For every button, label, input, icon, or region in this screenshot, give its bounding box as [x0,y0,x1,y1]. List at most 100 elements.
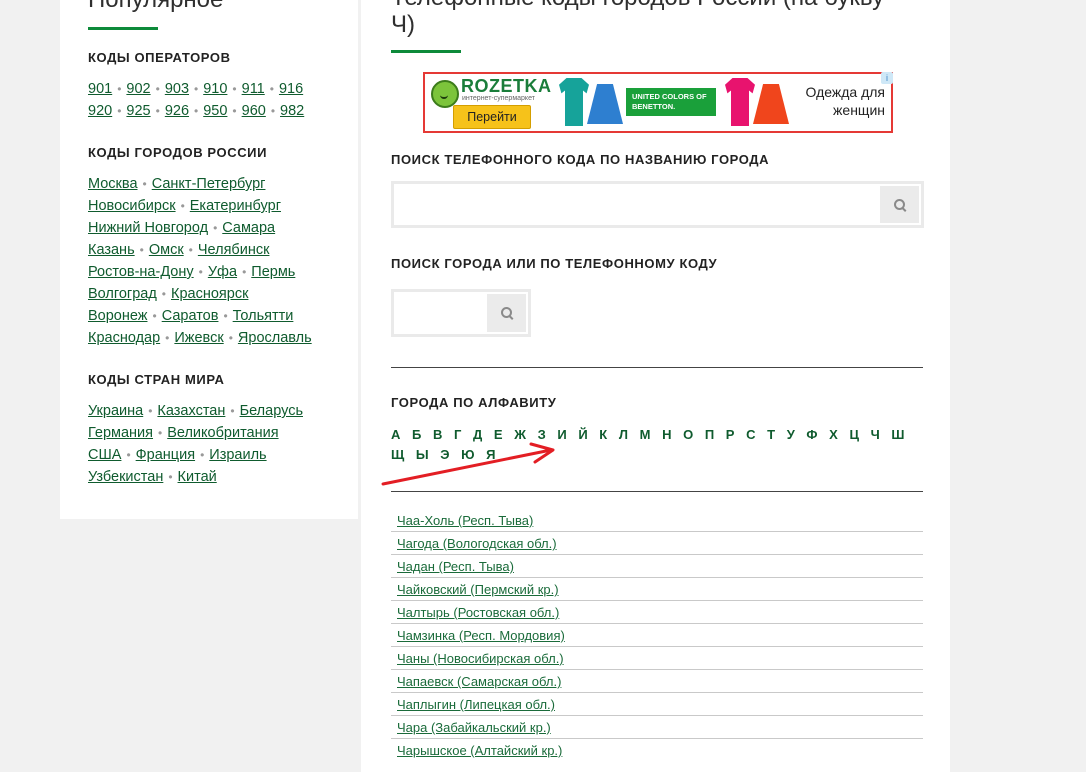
country-codes-section: КОДЫ СТРАН МИРА Украина • Казахстан • Белару… [88,372,348,488]
operator-code-link[interactable]: 901 [88,81,112,97]
operator-code-link[interactable]: 926 [165,103,189,119]
city-link[interactable]: Саратов [162,308,219,324]
search-icon [500,307,513,319]
alphabet-letter-link[interactable]: Ш [891,427,904,442]
city-code-link[interactable]: Чаплыгин (Липецкая обл.) [397,697,555,712]
city-code-link[interactable]: Чагода (Вологодская обл.) [397,536,557,551]
country-link[interactable]: Беларусь [240,403,303,419]
ad-go-button[interactable]: Перейти [453,105,531,129]
country-links-row: Украина • Казахстан • Беларусь [88,403,303,419]
country-link[interactable]: Китай [178,469,217,485]
list-item: Чарышское (Алтайский кр.) [391,739,923,762]
city-link[interactable]: Красноярск [171,286,248,302]
city-search-input[interactable] [396,186,884,225]
alphabet-letter-link[interactable]: Н [662,427,671,442]
alphabet-letter-link[interactable]: Ф [806,427,817,442]
city-code-link[interactable]: Чапаевск (Самарская обл.) [397,674,561,689]
operator-code-link[interactable]: 910 [203,81,227,97]
city-link[interactable]: Нижний Новгород [88,220,208,236]
alphabet-letter-link[interactable]: М [640,427,651,442]
alphabet-letter-link[interactable]: С [746,427,755,442]
city-link[interactable]: Ростов-на-Дону [88,264,194,280]
city-code-link[interactable]: Чарышское (Алтайский кр.) [397,743,562,758]
alphabet-letter-link[interactable]: Ч [871,427,880,442]
ad-banner[interactable]: ROZETKA интернет-супермаркет Перейти UNI… [423,72,893,133]
list-item: Чаа-Холь (Респ. Тыва) [391,509,923,532]
country-link[interactable]: Германия [88,425,153,441]
city-link[interactable]: Тольятти [233,308,294,324]
country-link[interactable]: Казахстан [157,403,225,419]
country-links-row: Узбекистан • Китай [88,469,217,485]
country-codes-heading: КОДЫ СТРАН МИРА [88,372,225,387]
alphabet-letter-link[interactable]: О [683,427,693,442]
alphabet-letter-link[interactable]: У [787,427,795,442]
operator-code-link[interactable]: 902 [126,81,150,97]
code-search-label: ПОИСК ГОРОДА ИЛИ ПО ТЕЛЕФОННОМУ КОДУ [391,256,718,271]
country-link[interactable]: США [88,447,121,463]
city-link[interactable]: Екатеринбург [190,198,281,214]
city-code-link[interactable]: Чара (Забайкальский кр.) [397,720,551,735]
country-link[interactable]: Узбекистан [88,469,163,485]
city-link[interactable]: Ижевск [174,330,223,346]
operator-code-link[interactable]: 950 [203,103,227,119]
code-search-input[interactable] [396,294,490,334]
city-link[interactable]: Воронеж [88,308,147,324]
city-link[interactable]: Волгоград [88,286,157,302]
city-link[interactable]: Казань [88,242,135,258]
city-code-link[interactable]: Чайковский (Пермский кр.) [397,582,559,597]
city-code-link[interactable]: Чаа-Холь (Респ. Тыва) [397,513,533,528]
city-search-label: ПОИСК ТЕЛЕФОННОГО КОДА ПО НАЗВАНИЮ ГОРОД… [391,152,770,167]
city-link[interactable]: Челябинск [198,242,270,258]
city-link[interactable]: Москва [88,176,138,192]
city-link[interactable]: Пермь [251,264,295,280]
operator-codes-heading: КОДЫ ОПЕРАТОРОВ [88,50,231,65]
city-link[interactable]: Ярославль [238,330,312,346]
operator-code-link[interactable]: 911 [242,81,265,97]
city-search-button[interactable] [880,186,919,223]
alphabet-letter-link[interactable]: К [599,427,607,442]
city-links-row: Казань • Омск • Челябинск [88,242,270,258]
list-item: Чаны (Новосибирская обл.) [391,647,923,670]
city-code-link[interactable]: Чаны (Новосибирская обл.) [397,651,564,666]
city-search-box [391,181,924,228]
list-item: Чалтырь (Ростовская обл.) [391,601,923,624]
main-content: Телефонные коды городов России (на букву… [361,0,950,772]
ad-tshirt-image [725,78,755,126]
operator-code-link[interactable]: 982 [280,103,304,119]
alphabet-letter-link[interactable]: Р [726,427,735,442]
city-code-link[interactable]: Чадан (Респ. Тыва) [397,559,514,574]
city-code-link[interactable]: Чалтырь (Ростовская обл.) [397,605,559,620]
city-link[interactable]: Санкт-Петербург [152,176,266,192]
country-link[interactable]: Франция [136,447,195,463]
city-link[interactable]: Уфа [208,264,237,280]
operator-code-link[interactable]: 925 [126,103,150,119]
ad-info-icon[interactable]: i [881,72,893,84]
city-link[interactable]: Омск [149,242,184,258]
city-code-link[interactable]: Чамзинка (Респ. Мордовия) [397,628,565,643]
city-link[interactable]: Краснодар [88,330,160,346]
city-links-row: Москва • Санкт-Петербург [88,176,266,192]
operator-code-link[interactable]: 903 [165,81,189,97]
list-item: Чаплыгин (Липецкая обл.) [391,693,923,716]
city-link[interactable]: Новосибирск [88,198,176,214]
alphabet-letter-link[interactable]: Ц [849,427,859,442]
sidebar-title: Популярное [88,0,223,14]
city-list: Чаа-Холь (Респ. Тыва) Чагода (Вологодская… [391,509,923,762]
alphabet-letter-link[interactable]: Т [767,427,775,442]
operator-code-link[interactable]: 920 [88,103,112,119]
operator-codes-row: 920 • 925 • 926 • 950 • 960 • 982 [88,103,305,119]
page-title-underline [391,50,461,53]
alphabet-letter-link[interactable]: Й [578,427,587,442]
ad-benetton-logo: UNITED COLORS OF BENETTON. [626,88,716,116]
alphabet-letter-link[interactable]: Х [829,427,838,442]
country-link[interactable]: Израиль [209,447,266,463]
alphabet-letter-link[interactable]: П [705,427,714,442]
city-link[interactable]: Самара [222,220,275,236]
code-search-button[interactable] [487,294,526,332]
alphabet-letter-link[interactable]: Л [619,427,628,442]
operator-code-link[interactable]: 960 [242,103,266,119]
country-link[interactable]: Украина [88,403,143,419]
operator-codes-section: КОДЫ ОПЕРАТОРОВ 901 • 902 • 903 • 910 • 911 • 916 … [88,50,348,122]
country-link[interactable]: Великобритания [167,425,278,441]
operator-code-link[interactable]: 916 [279,81,303,97]
